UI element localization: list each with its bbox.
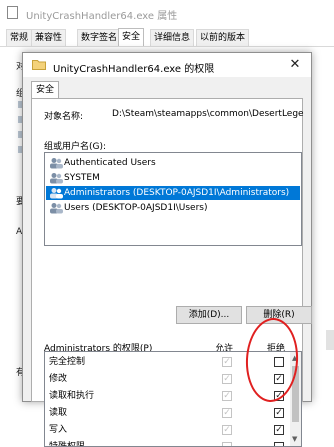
permission-name: 特殊权限 [49, 442, 86, 447]
permission-name: 写入 [49, 425, 68, 435]
tab-previous-versions[interactable]: 以前的版本 [196, 29, 250, 46]
groups-label: 组或用户名(G): [44, 142, 107, 152]
allow-checkbox[interactable]: ✓ [222, 425, 232, 435]
tab-security[interactable]: 安全 [31, 81, 59, 99]
file-icon [7, 6, 18, 19]
permission-name: 读取和执行 [49, 391, 95, 401]
list-item[interactable]: Users (DESKTOP-0AJSD1I\Users) [46, 201, 300, 215]
deny-checkbox[interactable]: ✓ [274, 408, 284, 418]
scrollbar[interactable] [326, 330, 334, 350]
object-name-value: D:\Steam\steamapps\common\DesertLegend\U [112, 109, 304, 119]
scroll-down-icon[interactable]: ▼ [292, 435, 297, 443]
properties-tabstrip: 常规 兼容性 数字签名 安全 详细信息 以前的版本 [0, 28, 334, 47]
permission-row: 读取 ✓ ✓ [45, 405, 290, 422]
tab-digital-signatures[interactable]: 数字签名 [77, 29, 122, 46]
groups-list[interactable]: Authenticated Users SYSTEM Administrator… [44, 152, 302, 246]
list-item-selected[interactable]: Administrators (DESKTOP-0AJSD1I\Administ… [46, 186, 300, 200]
allow-checkbox[interactable] [222, 442, 232, 446]
permission-row: 特殊权限 [45, 439, 290, 447]
permission-row: 写入 ✓ ✓ [45, 422, 290, 439]
users-icon [50, 173, 63, 184]
object-name-label: 对象名称: [44, 112, 84, 122]
allow-checkbox[interactable]: ✓ [222, 374, 232, 384]
allow-checkbox[interactable]: ✓ [222, 408, 232, 418]
deny-checkbox[interactable]: ✓ [274, 425, 284, 435]
allow-checkbox[interactable]: ✓ [222, 391, 232, 401]
group-name: Administrators (DESKTOP-0AJSD1I\Administ… [64, 188, 290, 198]
tab-general[interactable]: 常规 [6, 29, 33, 46]
list-item[interactable]: SYSTEM [46, 171, 300, 185]
dialog-titlebar: UnityCrashHandler64.exe 的权限 ✕ [23, 53, 311, 77]
dialog-title: UnityCrashHandler64.exe 的权限 [53, 64, 215, 75]
tab-security[interactable]: 安全 [118, 28, 145, 46]
properties-title: UnityCrashHandler64.exe 属性 [26, 11, 178, 22]
allow-checkbox[interactable]: ✓ [222, 357, 232, 367]
tab-compatibility[interactable]: 兼容性 [31, 29, 67, 46]
tab-details[interactable]: 详细信息 [150, 29, 195, 46]
add-button[interactable]: 添加(D)... [176, 306, 242, 324]
deny-checkbox[interactable] [274, 442, 284, 446]
users-icon [50, 203, 63, 214]
permission-name: 读取 [49, 408, 68, 418]
folder-icon [32, 60, 46, 70]
list-item[interactable]: Authenticated Users [46, 156, 300, 170]
close-button[interactable]: ✕ [285, 57, 305, 73]
users-icon [50, 188, 63, 199]
properties-titlebar: UnityCrashHandler64.exe 属性 [0, 0, 334, 26]
tab-divider [0, 46, 334, 47]
group-name: Authenticated Users [64, 158, 156, 168]
users-icon [50, 158, 63, 169]
group-name: Users (DESKTOP-0AJSD1I\Users) [64, 203, 208, 213]
permission-name: 完全控制 [49, 357, 86, 367]
permission-name: 修改 [49, 374, 68, 384]
group-name: SYSTEM [64, 173, 100, 183]
